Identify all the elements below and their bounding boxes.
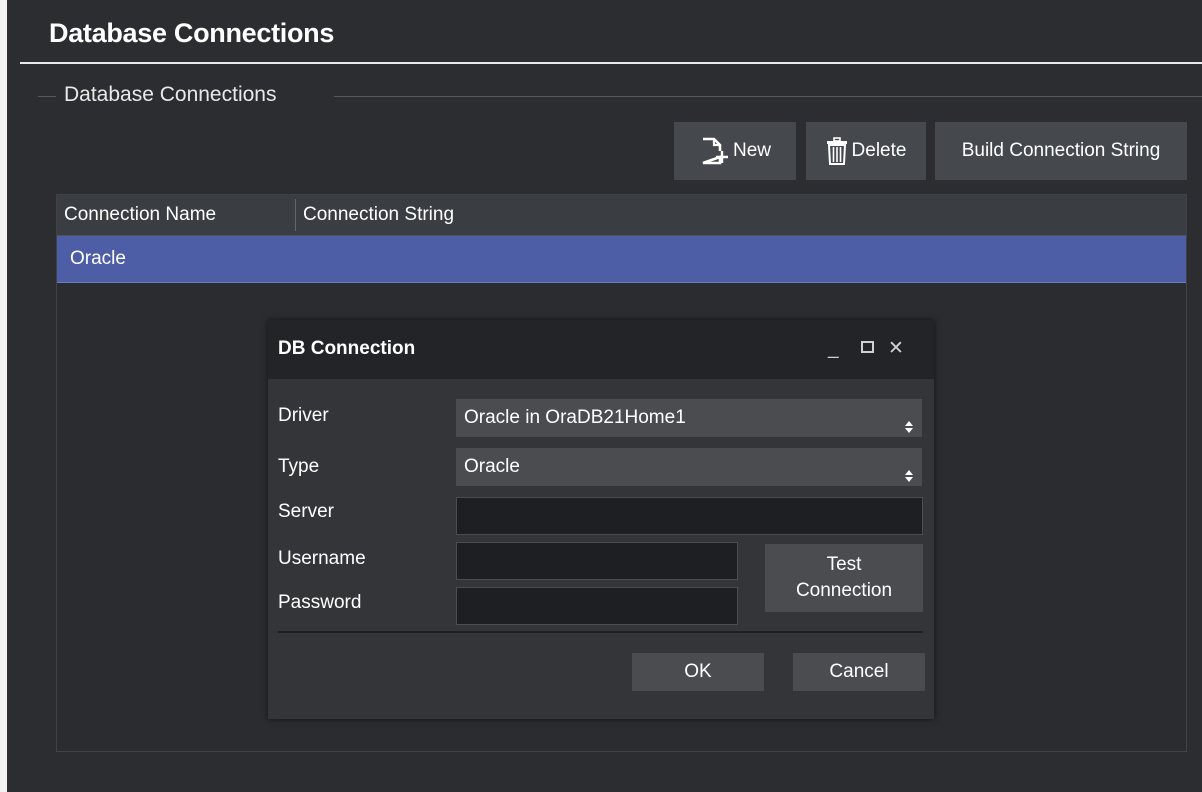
- type-label: Type: [278, 456, 320, 477]
- minimize-icon[interactable]: _: [828, 339, 839, 359]
- type-select[interactable]: Oracle: [456, 448, 922, 486]
- type-select-value: Oracle: [464, 456, 520, 477]
- driver-label: Driver: [278, 405, 329, 426]
- column-header-connection-string[interactable]: Connection String: [303, 195, 454, 235]
- dialog-title: DB Connection: [278, 338, 416, 359]
- ok-button[interactable]: OK: [632, 653, 764, 691]
- password-input[interactable]: [456, 587, 738, 625]
- group-border-right: [334, 96, 1202, 97]
- delete-button[interactable]: Delete: [806, 122, 926, 180]
- test-connection-button[interactable]: Test Connection: [765, 544, 923, 612]
- dialog-title-bar[interactable]: DB Connection _ ✕: [268, 320, 934, 379]
- build-connection-string-label: Build Connection String: [961, 140, 1161, 161]
- left-edge-strip: [0, 0, 7, 792]
- username-label: Username: [278, 548, 366, 569]
- db-connection-dialog: DB Connection _ ✕ Driver Oracle in OraDB…: [268, 320, 934, 719]
- username-input[interactable]: [456, 542, 738, 580]
- up-down-arrow-icon: [904, 460, 914, 498]
- new-button[interactable]: New: [674, 122, 796, 180]
- password-label: Password: [278, 592, 362, 613]
- trash-icon: [826, 137, 848, 165]
- group-border-left: [38, 96, 56, 97]
- cancel-button[interactable]: Cancel: [793, 653, 925, 691]
- build-connection-string-button[interactable]: Build Connection String: [935, 122, 1187, 180]
- new-document-icon: [699, 137, 729, 165]
- driver-select-value: Oracle in OraDB21Home1: [464, 407, 686, 428]
- cell-connection-name: Oracle: [70, 248, 126, 269]
- column-separator[interactable]: [295, 199, 296, 231]
- close-icon[interactable]: ✕: [888, 339, 904, 359]
- column-header-connection-name[interactable]: Connection Name: [64, 195, 216, 235]
- server-input[interactable]: [456, 497, 923, 535]
- up-down-arrow-icon: [904, 411, 914, 449]
- grid-header: Connection Name Connection String: [57, 195, 1186, 236]
- new-button-label: New: [732, 140, 771, 161]
- title-divider: [20, 62, 1202, 64]
- dialog-divider: [278, 631, 923, 633]
- delete-button-label: Delete: [851, 140, 907, 161]
- driver-select[interactable]: Oracle in OraDB21Home1: [456, 399, 922, 437]
- maximize-icon[interactable]: [861, 341, 874, 353]
- table-row[interactable]: Oracle: [57, 236, 1186, 283]
- group-title: Database Connections: [64, 83, 277, 106]
- server-label: Server: [278, 501, 334, 522]
- page-title: Database Connections: [49, 18, 335, 48]
